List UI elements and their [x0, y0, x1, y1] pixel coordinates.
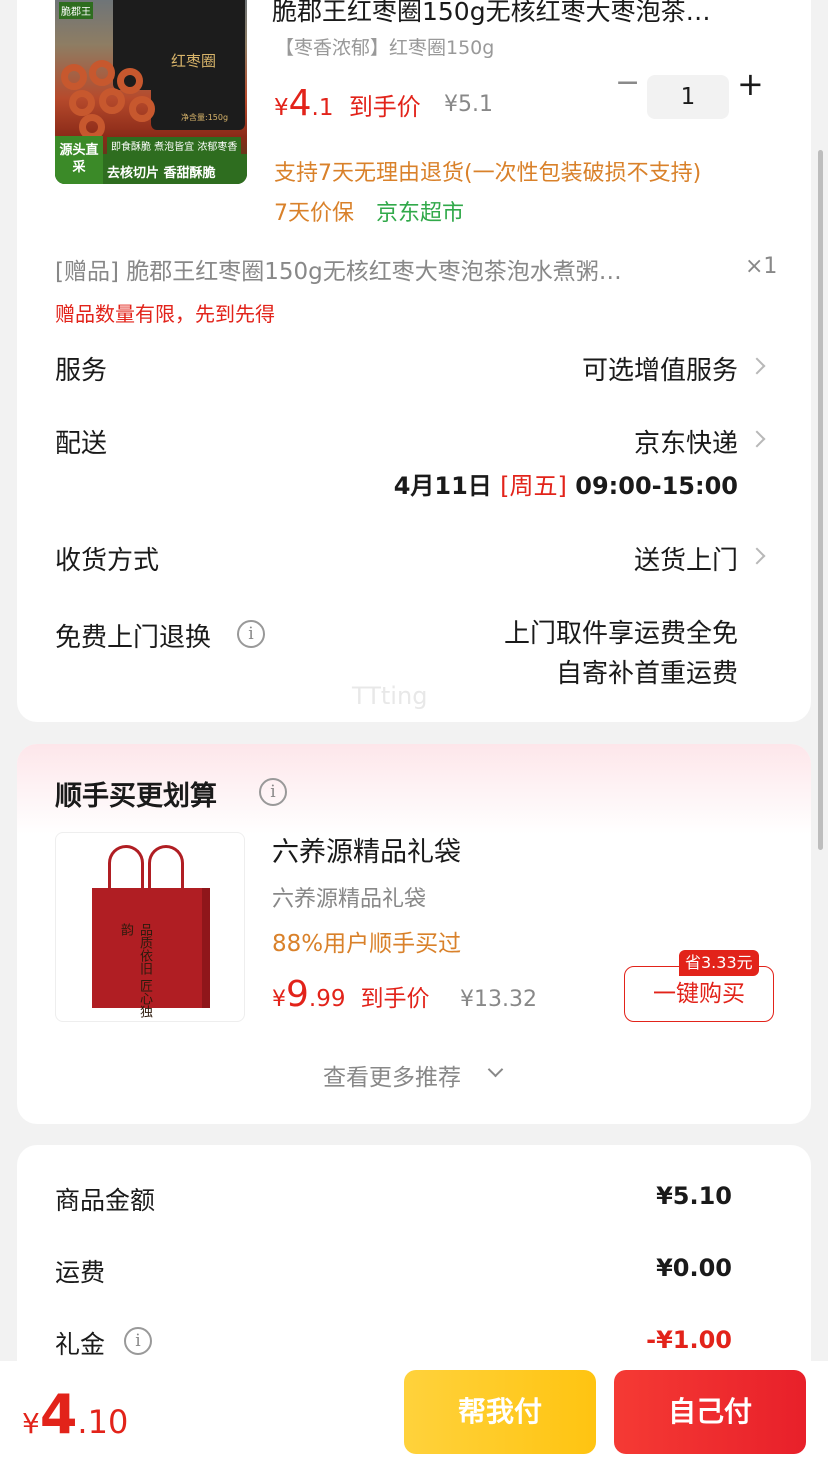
bundle-item-stat: 88%用户顺手买过	[272, 931, 462, 957]
shipping-label: 运费	[55, 1258, 106, 1287]
service-value[interactable]: 可选增值服务	[582, 350, 738, 387]
total-price: ¥4.10	[22, 1383, 129, 1446]
product-original-price: ¥5.1	[444, 92, 493, 117]
product-title[interactable]: 脆郡王红枣圈150g无核红枣大枣泡茶…	[272, 0, 772, 28]
image-tag: 源头直采	[55, 136, 103, 184]
bundle-card: 顺手买更划算 i 品质依旧 匠心独韵 六养源精品礼袋 六养源精品礼袋 88%用户…	[17, 744, 811, 1124]
free-return-label: 免费上门退换	[55, 623, 212, 653]
receive-method-label: 收货方式	[55, 546, 160, 576]
brand-logo: 脆郡王	[59, 2, 93, 19]
service-label: 服务	[55, 356, 108, 386]
gift-money-value: -¥1.00	[646, 1326, 732, 1354]
order-item-card: 红枣圈 净含量:150g 脆郡王 即食酥脆 煮泡皆宜 浓郁枣香 去核切片 香甜酥…	[17, 0, 811, 722]
info-icon[interactable]: i	[237, 620, 265, 648]
save-badge: 省3.33元	[679, 950, 759, 976]
bundle-item-title[interactable]: 六养源精品礼袋	[272, 830, 461, 869]
bundle-section-title: 顺手买更划算	[55, 781, 217, 812]
shipping-value: ¥0.00	[656, 1254, 732, 1282]
gift-item[interactable]: [赠品] 脆郡王红枣圈150g无核红枣大枣泡茶泡水煮粥…	[55, 252, 705, 286]
info-icon[interactable]: i	[259, 778, 287, 806]
chevron-right-icon[interactable]	[748, 430, 766, 448]
self-pay-button[interactable]: 自己付	[614, 1370, 806, 1454]
delivery-time[interactable]: 4月11日 [周五] 09:00-15:00	[394, 466, 738, 501]
quantity-input[interactable]: 1	[647, 75, 729, 119]
checkout-bar: ¥4.10 帮我付 自己付	[0, 1361, 828, 1467]
delivery-value[interactable]: 京东快递	[634, 423, 738, 460]
gift-bag-image[interactable]: 品质依旧 匠心独韵	[55, 832, 245, 1022]
gift-count: ×1	[745, 254, 778, 279]
info-icon[interactable]: i	[124, 1327, 152, 1355]
help-pay-button[interactable]: 帮我付	[404, 1370, 596, 1454]
net-weight-label: 净含量:150g	[181, 113, 229, 122]
store-tag: 京东超市	[376, 201, 465, 226]
chevron-right-icon[interactable]	[748, 357, 766, 375]
jujube-rings	[55, 60, 175, 140]
bag-text: 品质依旧 匠心独韵	[118, 923, 152, 1019]
product-image[interactable]: 红枣圈 净含量:150g 脆郡王 即食酥脆 煮泡皆宜 浓郁枣香 去核切片 香甜酥…	[55, 0, 247, 184]
price-protect: 7天价保	[274, 201, 354, 226]
quantity-increase-button[interactable]: +	[737, 65, 764, 103]
gift-money-label: 礼金	[55, 1330, 106, 1359]
bundle-original-price: ¥13.32	[460, 987, 537, 1012]
delivery-label: 配送	[55, 429, 108, 459]
scrollbar[interactable]	[818, 150, 823, 850]
free-return-value: 上门取件享运费全免	[503, 619, 738, 649]
watermark: TTting	[352, 682, 428, 710]
bundle-item-spec: 六养源精品礼袋	[272, 887, 427, 912]
goods-amount-value: ¥5.10	[656, 1182, 732, 1210]
product-price: ¥4.1 到手价	[274, 83, 421, 124]
product-spec[interactable]: 【枣香浓郁】红枣圈150g	[275, 33, 494, 60]
chevron-right-icon[interactable]	[748, 547, 766, 565]
gift-notice: 赠品数量有限，先到先得	[55, 302, 275, 326]
free-return-value-2: 自寄补首重运费	[555, 659, 738, 689]
bundle-price: ¥9.99 到手价	[272, 974, 430, 1015]
image-strip: 即食酥脆 煮泡皆宜 浓郁枣香	[107, 137, 242, 154]
jar-label: 红枣圈	[171, 52, 217, 70]
more-recommendations-link[interactable]: 查看更多推荐	[323, 1058, 461, 1092]
goods-amount-label: 商品金额	[55, 1186, 156, 1215]
quantity-decrease-button[interactable]: −	[615, 65, 640, 100]
return-policy: 支持7天无理由退货(一次性包装破损不支持)	[274, 161, 702, 186]
chevron-down-icon[interactable]	[487, 1061, 504, 1078]
receive-method-value[interactable]: 送货上门	[634, 540, 738, 577]
